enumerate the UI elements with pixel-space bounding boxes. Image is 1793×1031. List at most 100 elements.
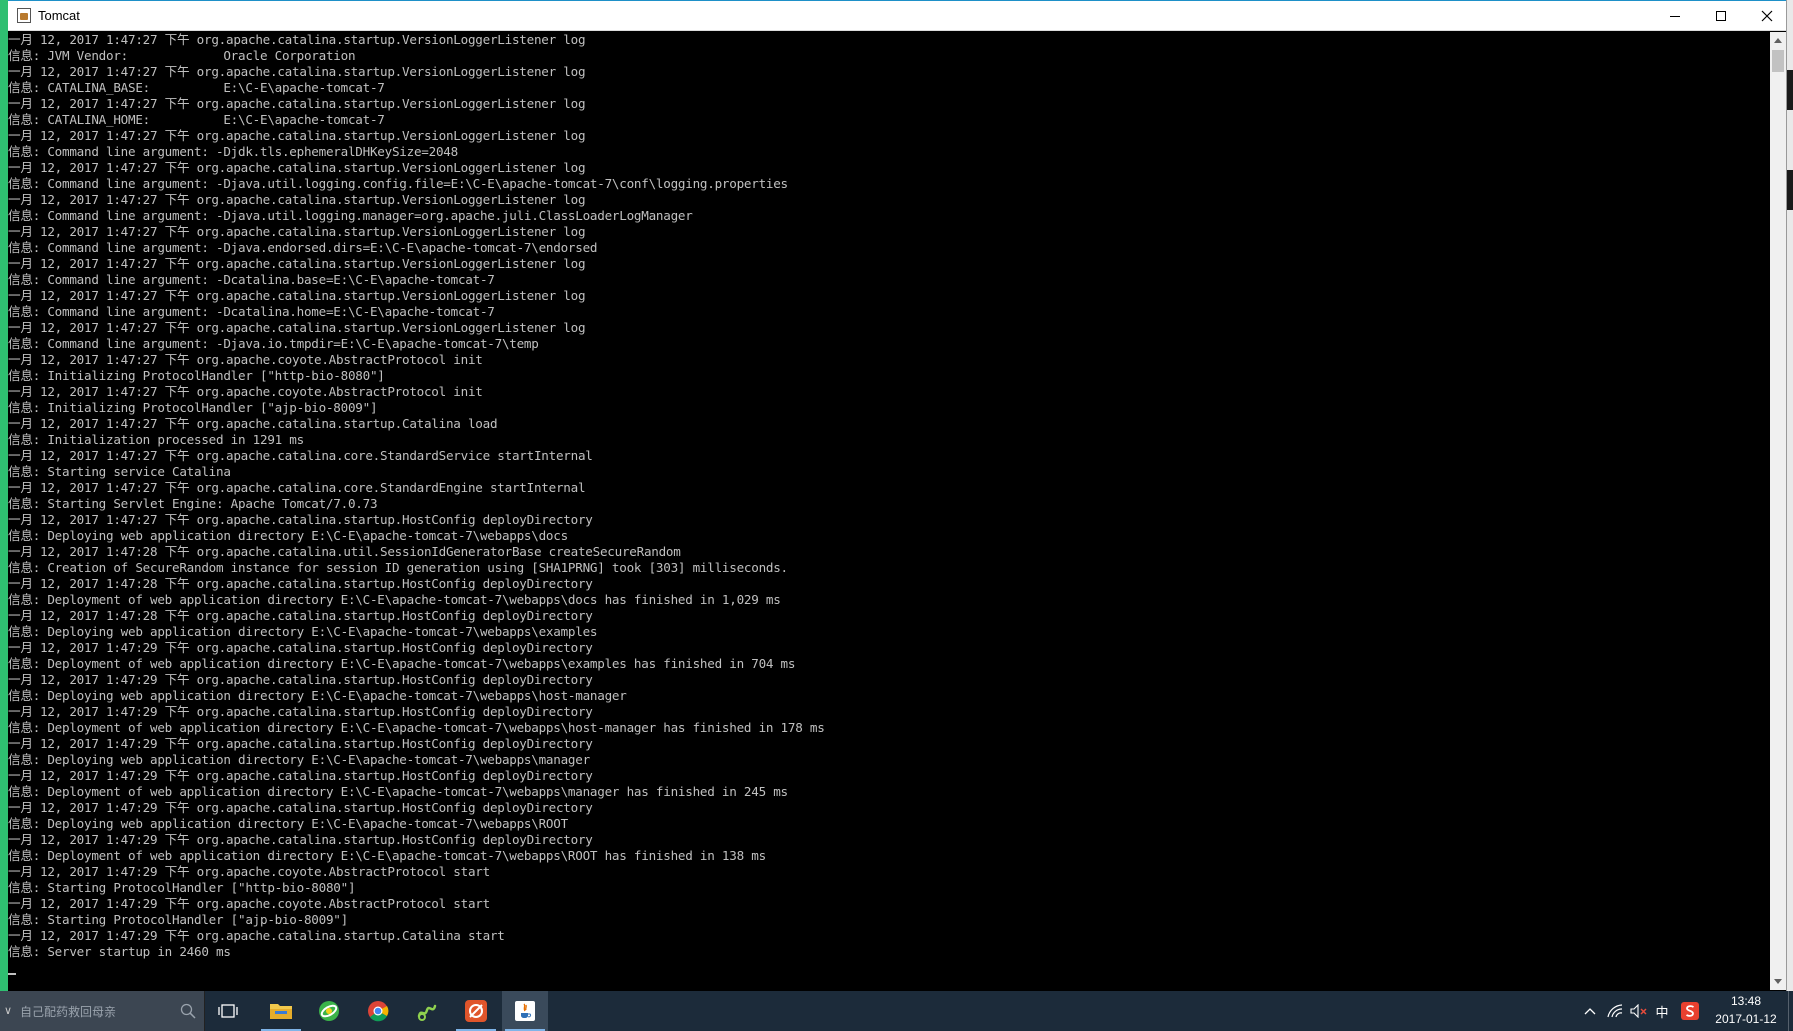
log-line: 一月 12, 2017 1:47:29 下午 org.apache.catali… — [8, 928, 505, 943]
clock-date[interactable]: 2017-01-12 — [1706, 1012, 1786, 1026]
arrow-down-icon — [1774, 979, 1782, 984]
log-line: 一月 12, 2017 1:47:27 下午 org.apache.catali… — [8, 416, 498, 431]
console-app-icon[interactable] — [17, 8, 31, 23]
log-line: 信息: Command line argument: -Djava.endors… — [8, 240, 598, 255]
vertical-scrollbar[interactable] — [1770, 32, 1786, 990]
log-line: 信息: Deploying web application directory … — [8, 816, 568, 831]
log-line: 一月 12, 2017 1:47:29 下午 org.apache.coyote… — [8, 864, 490, 879]
chevron-down-icon: ∨ — [4, 1004, 13, 1017]
network-button[interactable] — [1604, 991, 1626, 1031]
log-line: 一月 12, 2017 1:47:29 下午 org.apache.catali… — [8, 640, 593, 655]
log-line: 一月 12, 2017 1:47:27 下午 org.apache.catali… — [8, 512, 593, 527]
maximize-button[interactable] — [1698, 1, 1744, 31]
chrome-icon — [368, 1001, 389, 1022]
log-line: 信息: Deployment of web application direct… — [8, 592, 781, 607]
volume-button[interactable] — [1628, 991, 1650, 1031]
log-line: 信息: Starting service Catalina — [8, 464, 231, 479]
log-line: 信息: Deployment of web application direct… — [8, 720, 825, 735]
log-line: 信息: Command line argument: -Dcatalina.ho… — [8, 304, 495, 319]
log-line: 信息: Deploying web application directory … — [8, 752, 590, 767]
arrow-up-icon — [1774, 38, 1782, 43]
log-line: 一月 12, 2017 1:47:27 下午 org.apache.catali… — [8, 256, 586, 271]
green-app-button[interactable] — [404, 991, 450, 1031]
log-line: 一月 12, 2017 1:47:27 下午 org.apache.catali… — [8, 224, 586, 239]
green-app-icon — [417, 1004, 437, 1021]
browser-360-button[interactable] — [306, 991, 352, 1031]
log-line: 信息: JVM Vendor: Oracle Corporation — [8, 48, 356, 63]
show-desktop-button[interactable] — [1788, 991, 1793, 1031]
clock-time[interactable]: 13:48 — [1716, 994, 1776, 1008]
log-line: 一月 12, 2017 1:47:27 下午 org.apache.catali… — [8, 96, 586, 111]
log-line: 一月 12, 2017 1:47:27 下午 org.apache.catali… — [8, 192, 586, 207]
desktop-window-edge — [1787, 70, 1793, 110]
input-method-indicator[interactable]: 中 — [1652, 991, 1672, 1031]
log-line: 信息: Creation of SecureRandom instance fo… — [8, 560, 788, 575]
log-line: 信息: Deployment of web application direct… — [8, 784, 788, 799]
scroll-up-button[interactable] — [1770, 32, 1786, 49]
log-line: 一月 12, 2017 1:47:29 下午 org.apache.catali… — [8, 800, 593, 815]
maximize-icon — [1716, 11, 1726, 21]
log-line: 信息: Command line argument: -Djava.io.tmp… — [8, 336, 539, 351]
log-line: 一月 12, 2017 1:47:27 下午 org.apache.coyote… — [8, 384, 483, 399]
log-line: 信息: Command line argument: -Djdk.tls.eph… — [8, 144, 458, 159]
log-line: 一月 12, 2017 1:47:27 下午 org.apache.catali… — [8, 448, 593, 463]
log-line: 一月 12, 2017 1:47:28 下午 org.apache.catali… — [8, 576, 593, 591]
log-line: 信息: Deployment of web application direct… — [8, 656, 796, 671]
log-line: 一月 12, 2017 1:47:27 下午 org.apache.catali… — [8, 480, 586, 495]
log-line: 一月 12, 2017 1:47:28 下午 org.apache.catali… — [8, 608, 593, 623]
window-title: Tomcat — [38, 8, 80, 23]
log-line: 信息: Command line argument: -Djava.util.l… — [8, 208, 693, 223]
taskbar: ∨ 自己配药救回母亲 中 13:48 2017-01-12 — [0, 991, 1793, 1031]
taskbar-search-box[interactable]: ∨ 自己配药救回母亲 — [0, 991, 205, 1031]
log-line: 一月 12, 2017 1:47:27 下午 org.apache.catali… — [8, 288, 586, 303]
chevron-up-icon — [1584, 1008, 1596, 1015]
title-bar[interactable]: Tomcat — [8, 1, 1786, 31]
minimize-icon — [1670, 15, 1680, 17]
log-line: 信息: CATALINA_BASE: E:\C-E\apache-tomcat-… — [8, 80, 385, 95]
log-line: 信息: Deploying web application directory … — [8, 688, 627, 703]
scroll-down-button[interactable] — [1770, 973, 1786, 990]
search-icon[interactable] — [180, 1003, 196, 1019]
volume-muted-icon — [1630, 1004, 1647, 1018]
log-line: 信息: Initializing ProtocolHandler ["http-… — [8, 368, 385, 383]
log-line: 信息: Initializing ProtocolHandler ["ajp-b… — [8, 400, 378, 415]
log-line: 一月 12, 2017 1:47:28 下午 org.apache.catali… — [8, 544, 681, 559]
log-line: 一月 12, 2017 1:47:27 下午 org.apache.catali… — [8, 32, 586, 47]
log-line: 一月 12, 2017 1:47:27 下午 org.apache.coyote… — [8, 352, 483, 367]
folder-icon — [270, 1004, 292, 1019]
log-line: 信息: CATALINA_HOME: E:\C-E\apache-tomcat-… — [8, 112, 385, 127]
java-icon — [515, 1001, 535, 1021]
log-line: 信息: Command line argument: -Dcatalina.ba… — [8, 272, 495, 287]
show-hidden-icons-button[interactable] — [1580, 991, 1600, 1031]
orange-app-button[interactable] — [453, 991, 499, 1031]
log-line: 信息: Starting Servlet Engine: Apache Tomc… — [8, 496, 378, 511]
chrome-button[interactable] — [355, 991, 401, 1031]
log-line: 信息: Server startup in 2460 ms — [8, 944, 231, 959]
log-line: 一月 12, 2017 1:47:29 下午 org.apache.catali… — [8, 768, 593, 783]
search-placeholder: 自己配药救回母亲 — [20, 1005, 117, 1019]
tomcat-console-window: Tomcat 一月 12, 2017 1:47:27 下午 org.apache… — [8, 0, 1786, 1000]
log-line: 信息: Deploying web application directory … — [8, 528, 568, 543]
browser-360-icon — [319, 1001, 339, 1021]
log-line: 信息: Deploying web application directory … — [8, 624, 598, 639]
close-button[interactable] — [1744, 1, 1790, 31]
sogou-ime-button[interactable] — [1678, 991, 1702, 1031]
minimize-button[interactable] — [1652, 1, 1698, 31]
task-view-button[interactable] — [205, 991, 251, 1031]
task-view-icon — [218, 1004, 238, 1018]
log-line: 一月 12, 2017 1:47:27 下午 org.apache.catali… — [8, 320, 586, 335]
text-cursor — [8, 973, 16, 975]
log-line: 一月 12, 2017 1:47:27 下午 org.apache.catali… — [8, 64, 586, 79]
close-icon — [1761, 10, 1773, 22]
orange-app-icon — [465, 1000, 487, 1022]
wifi-icon — [1607, 1004, 1623, 1018]
file-explorer-button[interactable] — [258, 991, 304, 1031]
log-line: 信息: Deployment of web application direct… — [8, 848, 766, 863]
desktop-background-right — [1786, 0, 1793, 1000]
log-line: 一月 12, 2017 1:47:29 下午 org.apache.catali… — [8, 704, 593, 719]
console-output[interactable]: 一月 12, 2017 1:47:27 下午 org.apache.catali… — [8, 32, 1770, 990]
scrollbar-thumb[interactable] — [1772, 50, 1784, 72]
log-line: 信息: Command line argument: -Djava.util.l… — [8, 176, 788, 191]
java-button[interactable] — [502, 991, 548, 1031]
log-line: 一月 12, 2017 1:47:27 下午 org.apache.catali… — [8, 160, 586, 175]
